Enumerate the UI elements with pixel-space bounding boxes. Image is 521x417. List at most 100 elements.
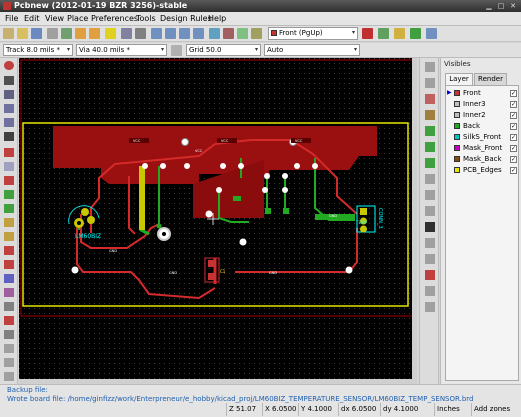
menu-edit[interactable]: Edit [24,14,40,23]
layer-select-combo[interactable]: Front (PgUp) ▾ [268,27,358,40]
via-layer-pair-icon[interactable] [362,28,373,39]
show-extra-icon[interactable] [4,302,14,311]
minimize-icon[interactable]: ▁ [485,2,493,10]
zones-outline-icon[interactable] [4,204,14,213]
scripting-icon[interactable] [410,28,421,39]
maximize-icon[interactable]: □ [497,2,505,10]
layer-visible-checkbox[interactable]: ✓ [510,145,517,152]
tool-b-icon[interactable] [4,344,14,353]
layer-color-swatch[interactable] [454,90,460,96]
menu-design-rules[interactable]: Design Rules [160,14,212,23]
auto-delete-track-icon[interactable] [4,176,14,185]
via-sketch-icon[interactable] [4,232,14,241]
layer-color-swatch[interactable] [454,145,460,151]
redo-icon[interactable] [89,28,100,39]
layer-visible-checkbox[interactable]: ✓ [510,123,517,130]
add-target-icon[interactable] [425,254,435,264]
add-text-icon[interactable] [425,222,435,232]
open-board-icon[interactable] [17,28,28,39]
layer-row-inner2[interactable]: Inner2 ✓ [446,110,520,120]
menu-preferences[interactable]: Preferences [91,14,138,23]
web-icon[interactable] [426,28,437,39]
module-editor-icon[interactable] [61,28,72,39]
delete-tool-icon[interactable] [425,270,435,280]
add-arc-icon[interactable] [425,206,435,216]
menu-place[interactable]: Place [67,14,88,23]
plot-icon[interactable] [135,28,146,39]
layer-name[interactable]: Mask_Front [463,143,502,153]
menu-file[interactable]: File [5,14,18,23]
grid-combo[interactable]: Grid 50.0 ▾ [186,44,261,56]
units-inch-icon[interactable] [4,104,14,113]
add-circle-icon[interactable] [425,190,435,200]
layer-name[interactable]: SilkS_Front [463,132,501,142]
layer-visible-checkbox[interactable]: ✓ [510,101,517,108]
layers-manager-icon[interactable] [4,274,14,283]
pcb-canvas[interactable]: LM60BIZ CONN_3 TEMP C1 VCC VCC VCC VCC G… [19,58,417,384]
zoom-fit-icon[interactable] [193,28,204,39]
zoom-redraw-icon[interactable] [179,28,190,39]
layer-row-silks-front[interactable]: SilkS_Front ✓ [446,132,520,142]
layer-row-inner3[interactable]: Inner3 ✓ [446,99,520,109]
add-keepout-icon[interactable] [425,158,435,168]
add-module-icon[interactable] [425,110,435,120]
add-dimension-icon[interactable] [425,238,435,248]
layer-visible-checkbox[interactable]: ✓ [510,167,517,174]
drc-off-icon[interactable] [4,61,14,70]
local-ratsnest-icon[interactable] [425,94,435,104]
set-origin-icon[interactable] [425,286,435,296]
tool-d-icon[interactable] [4,372,14,381]
layer-color-swatch[interactable] [454,112,460,118]
netlist-icon[interactable] [223,28,234,39]
add-zone-icon[interactable] [425,142,435,152]
layer-visible-checkbox[interactable]: ✓ [510,134,517,141]
grid-toggle-icon[interactable] [4,76,14,85]
high-contrast-icon[interactable] [4,260,14,269]
zoom-out-icon[interactable] [165,28,176,39]
layer-row-mask-back[interactable]: Mask_Back ✓ [446,154,520,164]
layer-color-swatch[interactable] [454,101,460,107]
delete-icon[interactable] [105,28,116,39]
via-size-combo[interactable]: Via 40.0 mils * ▾ [76,44,167,56]
select-tool-icon[interactable] [425,62,435,72]
print-icon[interactable] [121,28,132,39]
show-microwave-icon[interactable] [394,28,405,39]
netclass-icon[interactable] [4,316,14,325]
new-board-icon[interactable] [3,28,14,39]
add-line-icon[interactable] [425,174,435,184]
layer-color-swatch[interactable] [454,134,460,140]
layer-name[interactable]: PCB_Edges [463,165,502,175]
find-icon[interactable] [209,28,220,39]
layers-setup-icon[interactable] [251,28,262,39]
add-track-icon[interactable] [425,126,435,136]
drc-icon[interactable] [237,28,248,39]
layer-row-front[interactable]: ▶ Front ✓ [446,88,520,98]
polar-coords-icon[interactable] [4,90,14,99]
menu-view[interactable]: View [45,14,64,23]
layer-name[interactable]: Inner3 [463,99,486,109]
layer-name[interactable]: Mask_Back [463,154,502,164]
layer-visible-checkbox[interactable]: ✓ [510,90,517,97]
layer-row-pcb-edges[interactable]: PCB_Edges ✓ [446,165,520,175]
zoom-in-icon[interactable] [151,28,162,39]
units-mm-icon[interactable] [4,118,14,127]
highlight-net-icon[interactable] [425,78,435,88]
layer-row-back[interactable]: Back ✓ [446,121,520,131]
tab-layer[interactable]: Layer [445,73,473,85]
tab-render[interactable]: Render [474,73,507,85]
page-settings-icon[interactable] [47,28,58,39]
zoom-combo[interactable]: Auto ▾ [264,44,360,56]
pad-sketch-icon[interactable] [4,218,14,227]
ratsnest-icon[interactable] [4,148,14,157]
layer-name[interactable]: Back [463,121,480,131]
layer-name[interactable]: Inner2 [463,110,486,120]
grid-origin-icon[interactable] [425,302,435,312]
tool-a-icon[interactable] [4,330,14,339]
module-ratsnest-icon[interactable] [4,162,14,171]
save-board-icon[interactable] [31,28,42,39]
track-sketch-icon[interactable] [4,246,14,255]
vertical-scrollbar[interactable] [412,58,417,379]
layer-color-swatch[interactable] [454,156,460,162]
microwave-toolbar-icon[interactable] [4,288,14,297]
auto-track-width-icon[interactable] [171,45,182,56]
